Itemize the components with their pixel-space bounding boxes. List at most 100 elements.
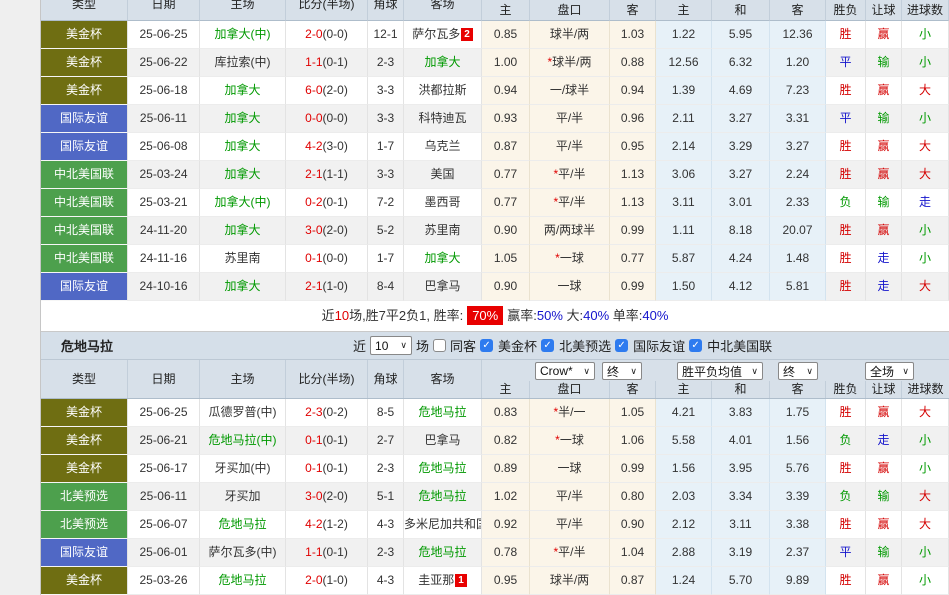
competition-type: 美金杯 — [41, 49, 128, 77]
eu-draw-odds: 5.95 — [712, 21, 770, 49]
eu-home-odds: 4.21 — [656, 399, 712, 427]
eu-away-odds: 3.27 — [770, 133, 826, 161]
ah-away-odds: 0.88 — [610, 49, 656, 77]
summary-segment: 场,胜7平2负1, 胜率: — [349, 308, 463, 323]
score: 0-0(0-0) — [286, 105, 368, 133]
col-ah-away: 客 — [610, 381, 656, 398]
away-team: 危地马拉 — [404, 399, 482, 427]
away-team: 乌克兰 — [404, 133, 482, 161]
eu-odds-time-select[interactable]: 终∨ — [778, 362, 818, 380]
away-team: 美国 — [404, 161, 482, 189]
section-title: 危地马拉 — [41, 336, 113, 355]
corners: 12-1 — [368, 21, 404, 49]
chevron-down-icon: ∨ — [583, 366, 590, 377]
eu-home-odds: 1.11 — [656, 217, 712, 245]
eu-draw-odds: 3.95 — [712, 455, 770, 483]
eu-away-odds: 5.81 — [770, 273, 826, 301]
away-team: 洪都拉斯 — [404, 77, 482, 105]
match-date: 25-03-24 — [128, 161, 200, 189]
ah-handicap: *一球 — [530, 427, 610, 455]
result-wdl: 胜 — [826, 399, 866, 427]
col-handicap: 盘口 — [530, 381, 610, 398]
result-handicap: 输 — [866, 105, 902, 133]
score: 2-3(0-2) — [286, 399, 368, 427]
eu-home-odds: 2.03 — [656, 483, 712, 511]
result-handicap: 赢 — [866, 399, 902, 427]
eu-home-odds: 5.58 — [656, 427, 712, 455]
col-corner: 角球 — [368, 360, 404, 398]
competition-type: 中北美国联 — [41, 189, 128, 217]
bookmaker-select[interactable]: Crow*∨ — [535, 362, 595, 380]
col-score: 比分(半场) — [286, 360, 368, 398]
eu-draw-odds: 4.01 — [712, 427, 770, 455]
eu-draw-odds: 3.01 — [712, 189, 770, 217]
check-icon: ✓ — [617, 340, 625, 351]
match-date: 25-06-11 — [128, 105, 200, 133]
ah-odds-time-select[interactable]: 终∨ — [602, 362, 642, 380]
score: 3-0(2-0) — [286, 217, 368, 245]
home-team: 加拿大(中) — [200, 21, 286, 49]
col-type: 类型 — [41, 360, 128, 398]
table-row: 中北美国联25-03-24加拿大2-1(1-1)3-3美国0.77*平/半1.1… — [41, 161, 949, 189]
check-icon: ✓ — [482, 340, 490, 351]
col-eu-home: 主 — [656, 0, 712, 21]
eu-draw-odds: 8.18 — [712, 217, 770, 245]
match-history-panel: 类型 日期 主场 比分(半场) 角球 客场 主 盘口 客 主 和 客 胜负 让球… — [40, 0, 949, 595]
col-score: 比分(半场) — [286, 0, 368, 21]
table-row: 美金杯25-03-26危地马拉2-0(1-0)4-3圭亚那10.95球半/两0.… — [41, 567, 949, 595]
ah-away-odds: 1.13 — [610, 161, 656, 189]
result-wdl: 胜 — [826, 273, 866, 301]
eu-draw-odds: 3.83 — [712, 399, 770, 427]
league-checkbox-gold-cup[interactable]: ✓ — [480, 339, 493, 352]
table1-header: 类型 日期 主场 比分(半场) 角球 客场 主 盘口 客 主 和 客 胜负 让球… — [41, 0, 949, 21]
match-date: 25-03-21 — [128, 189, 200, 217]
col-goals: 进球数 — [902, 381, 949, 398]
table-row: 中北美国联24-11-20加拿大3-0(2-0)5-2苏里南0.90两/两球半0… — [41, 217, 949, 245]
corners: 4-3 — [368, 567, 404, 595]
summary-segment: 单率: — [609, 308, 642, 323]
score: 3-0(2-0) — [286, 483, 368, 511]
ah-handicap: 平/半 — [530, 105, 610, 133]
ah-away-odds: 0.94 — [610, 77, 656, 105]
corners: 3-3 — [368, 161, 404, 189]
eu-draw-odds: 3.27 — [712, 105, 770, 133]
result-goals: 大 — [902, 161, 949, 189]
eu-draw-odds: 5.70 — [712, 567, 770, 595]
ah-home-odds: 0.90 — [482, 273, 530, 301]
corners: 1-7 — [368, 245, 404, 273]
result-goals: 大 — [902, 483, 949, 511]
recent-count-select[interactable]: 10∨ — [370, 336, 412, 355]
result-handicap: 赢 — [866, 511, 902, 539]
same-opponent-label: 同客 — [450, 336, 476, 355]
match-date: 25-06-01 — [128, 539, 200, 567]
eu-home-odds: 2.14 — [656, 133, 712, 161]
away-team: 墨西哥 — [404, 189, 482, 217]
score: 0-2(0-1) — [286, 189, 368, 217]
match-date: 25-06-25 — [128, 21, 200, 49]
summary-segment: 70% — [467, 306, 503, 325]
ah-handicap: 球半/两 — [530, 21, 610, 49]
same-opponent-checkbox[interactable] — [433, 339, 446, 352]
league-checkbox-nations-league[interactable]: ✓ — [689, 339, 702, 352]
match-date: 25-06-11 — [128, 483, 200, 511]
col-eu-home: 主 — [656, 381, 712, 398]
corners: 4-3 — [368, 511, 404, 539]
eu-home-odds: 2.12 — [656, 511, 712, 539]
corners: 8-4 — [368, 273, 404, 301]
eu-away-odds: 5.76 — [770, 455, 826, 483]
eu-odds-source-select[interactable]: 胜平负均值∨ — [677, 362, 763, 380]
odds-dropdown-strip: Crow*∨ 终∨ 胜平负均值∨ 终∨ 全场∨ — [482, 360, 949, 381]
result-handicap: 输 — [866, 49, 902, 77]
result-handicap: 赢 — [866, 77, 902, 105]
league-checkbox-friendly[interactable]: ✓ — [615, 339, 628, 352]
recent-stats-summary: 近10场,胜7平2负1, 胜率:70%赢率:50% 大:40% 单率:40% — [41, 301, 949, 332]
eu-away-odds: 1.56 — [770, 427, 826, 455]
col-handicap-result: 让球 — [866, 0, 902, 21]
ah-handicap: 一球 — [530, 273, 610, 301]
home-team: 危地马拉 — [200, 511, 286, 539]
ah-home-odds: 0.95 — [482, 567, 530, 595]
ah-handicap: 平/半 — [530, 133, 610, 161]
league-checkbox-na-qualifiers[interactable]: ✓ — [541, 339, 554, 352]
result-handicap: 输 — [866, 189, 902, 217]
scope-select[interactable]: 全场∨ — [865, 362, 914, 380]
